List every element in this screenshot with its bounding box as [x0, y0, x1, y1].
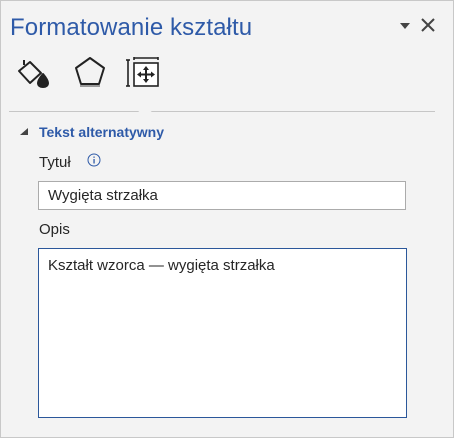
- title-input[interactable]: Wygięta strzałka: [38, 181, 406, 210]
- format-shape-pane: Formatowanie kształtu Tekst alternatywny…: [0, 0, 454, 438]
- section-alt-text-header[interactable]: Tekst alternatywny: [19, 122, 164, 142]
- pane-title: Formatowanie kształtu: [10, 14, 253, 41]
- close-icon[interactable]: [419, 16, 437, 34]
- collapse-triangle-icon: [20, 128, 28, 135]
- pane-scrollbar[interactable]: [448, 61, 452, 431]
- fill-bucket-icon[interactable]: [15, 54, 51, 90]
- size-properties-icon[interactable]: [125, 57, 161, 89]
- title-label: Tytuł: [39, 154, 71, 171]
- description-textarea[interactable]: Kształt wzorca — wygięta strzałka: [38, 248, 407, 418]
- section-title: Tekst alternatywny: [39, 124, 165, 140]
- pentagon-effects-icon[interactable]: [73, 55, 107, 89]
- info-icon[interactable]: [87, 153, 101, 167]
- description-label: Opis: [39, 221, 70, 238]
- chevron-down-icon[interactable]: [397, 18, 413, 34]
